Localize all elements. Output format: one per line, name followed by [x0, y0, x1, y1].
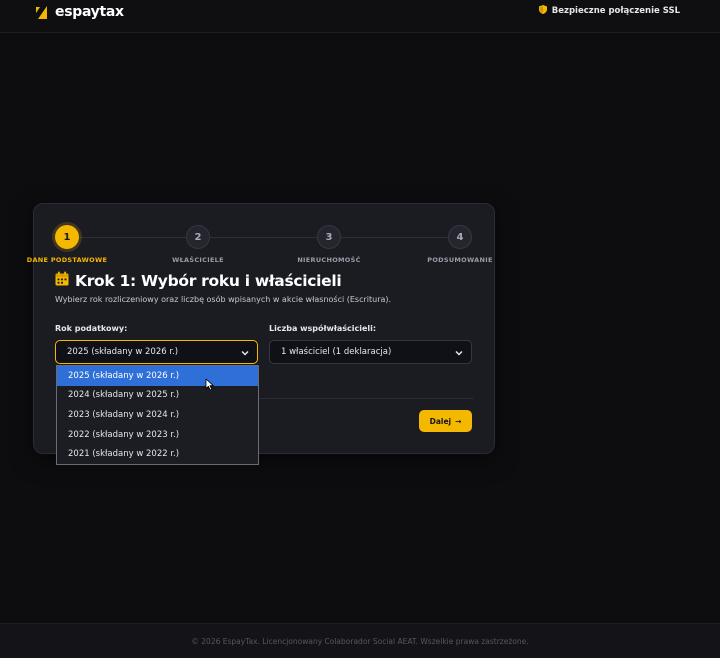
step-1-indicator: 1 [55, 225, 79, 249]
dropdown-option[interactable]: 2022 (składany w 2023 r.) [57, 425, 258, 445]
step-4-indicator: 4 [448, 225, 472, 249]
tax-year-select[interactable]: 2025 (składany w 2026 r.) [55, 340, 258, 364]
tax-year-dropdown-list: 2025 (składany w 2026 r.) 2024 (składany… [56, 365, 259, 465]
step-description: Wybierz rok rozliczeniowy oraz liczbę os… [55, 295, 392, 304]
step-2-indicator: 2 [186, 225, 210, 249]
chevron-down-icon [241, 349, 249, 360]
calendar-icon [55, 271, 75, 290]
stepper-progress-line [67, 237, 460, 238]
tax-year-value: 2025 (składany w 2026 r.) [67, 347, 179, 357]
step-title: Krok 1: Wybór roku i właścicieli [55, 271, 342, 290]
mouse-pointer-icon [205, 376, 215, 395]
top-header: espaytax Bezpieczne połączenie SSL [0, 0, 720, 33]
step-title-text: Krok 1: Wybór roku i właścicieli [75, 271, 342, 290]
next-button[interactable]: Dalej → [419, 410, 472, 432]
co-owners-label: Liczba współwłaścicieli: [269, 324, 377, 333]
step-1-label: DANE PODSTAWOWE [26, 256, 108, 264]
espaytax-logo-icon [34, 5, 48, 19]
form-divider [259, 398, 474, 399]
brand-name: espaytax [55, 4, 124, 20]
co-owners-select[interactable]: 1 właściciel (1 deklaracja) [269, 340, 472, 364]
dropdown-option[interactable]: 2025 (składany w 2026 r.) [57, 366, 258, 386]
arrow-right-icon: → [455, 416, 462, 426]
ssl-text: Bezpieczne połączenie SSL [551, 6, 680, 16]
step-3-indicator: 3 [317, 225, 341, 249]
dropdown-option[interactable]: 2021 (składany w 2022 r.) [57, 444, 258, 464]
page-footer: © 2026 EspayTax. Licencjonowany Colabora… [0, 623, 720, 658]
co-owners-value: 1 właściciel (1 deklaracja) [281, 347, 392, 357]
next-button-label: Dalej [429, 416, 452, 426]
step-4-label: PODSUMOWANIE [427, 256, 493, 264]
tax-year-label: Rok podatkowy: [55, 324, 128, 333]
shield-icon [538, 5, 552, 17]
footer-copyright: © 2026 EspayTax. Licencjonowany Colabora… [191, 636, 529, 646]
step-3-label: NIERUCHOMOŚĆ [297, 256, 361, 264]
dropdown-option[interactable]: 2023 (składany w 2024 r.) [57, 405, 258, 425]
step-2-label: WŁAŚCICIELE [172, 256, 224, 264]
ssl-indicator: Bezpieczne połączenie SSL [538, 5, 680, 17]
dropdown-option[interactable]: 2024 (składany w 2025 r.) [57, 386, 258, 406]
brand-logo[interactable]: espaytax [34, 3, 124, 21]
chevron-down-icon [455, 349, 463, 360]
